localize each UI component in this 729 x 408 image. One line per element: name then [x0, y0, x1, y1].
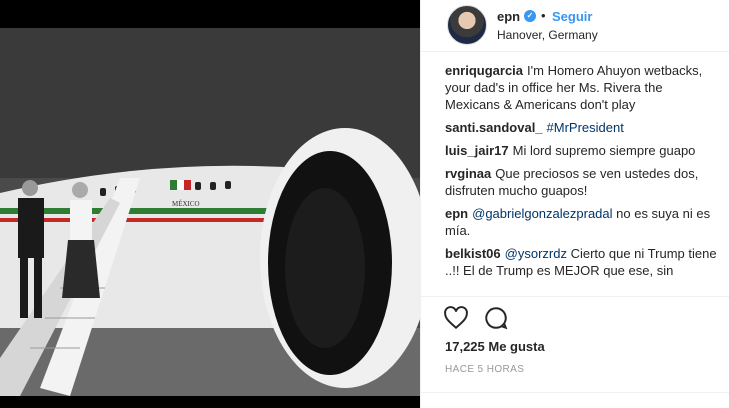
airplane-photo-illustration: MÉXICO	[0, 28, 420, 396]
comment-username[interactable]: rvginaa	[445, 166, 491, 181]
mention-link[interactable]: @ysorzrdz	[505, 246, 567, 261]
post-details-panel: epn ✓ • Seguir Hanover, Germany enriquga…	[420, 0, 729, 408]
location-link[interactable]: Hanover, Germany	[497, 28, 598, 42]
heart-icon[interactable]	[443, 305, 469, 331]
comment-username[interactable]: epn	[445, 206, 468, 221]
post-photo[interactable]: MÉXICO	[0, 28, 420, 396]
plane-label: MÉXICO	[172, 200, 200, 208]
username-link[interactable]: epn	[497, 9, 520, 24]
comment-item: enriqugarcia I'm Homero Ahuyon wetbacks, …	[445, 62, 718, 113]
comment-username[interactable]: santi.sandoval_	[445, 120, 543, 135]
post-header: epn ✓ • Seguir Hanover, Germany	[421, 0, 729, 52]
comment-item: epn @gabrielgonzalezpradal no es suya ni …	[445, 205, 718, 239]
hashtag-link[interactable]: #MrPresident	[547, 120, 624, 135]
comment-icon[interactable]	[483, 305, 509, 331]
comment-item: luis_jair17 Mi lord supremo siempre guapo	[445, 142, 718, 159]
comment-text: Mi lord supremo siempre guapo	[512, 143, 696, 158]
action-bar	[421, 296, 729, 341]
comment-username[interactable]: enriqugarcia	[445, 63, 523, 78]
mention-link[interactable]: @gabrielgonzalezpradal	[472, 206, 612, 221]
follow-button[interactable]: Seguir	[552, 9, 592, 24]
post-media-panel: MÉXICO	[0, 0, 420, 408]
add-comment-area[interactable]	[421, 392, 729, 408]
comment-item: belkist06 @ysorzrdz Cierto que ni Trump t…	[445, 245, 718, 279]
comment-username[interactable]: luis_jair17	[445, 143, 509, 158]
comment-username[interactable]: belkist06	[445, 246, 501, 261]
verified-badge-icon: ✓	[524, 10, 536, 22]
comments-list: enriqugarcia I'm Homero Ahuyon wetbacks, …	[421, 62, 729, 294]
post-timestamp: HACE 5 HORAS	[445, 364, 525, 375]
separator-dot: •	[541, 8, 546, 23]
likes-count[interactable]: 17,225 Me gusta	[445, 339, 545, 354]
comment-item: santi.sandoval_ #MrPresident	[445, 119, 718, 136]
avatar[interactable]	[447, 5, 487, 45]
comment-item: rvginaa Que preciosos se ven ustedes dos,…	[445, 165, 718, 199]
